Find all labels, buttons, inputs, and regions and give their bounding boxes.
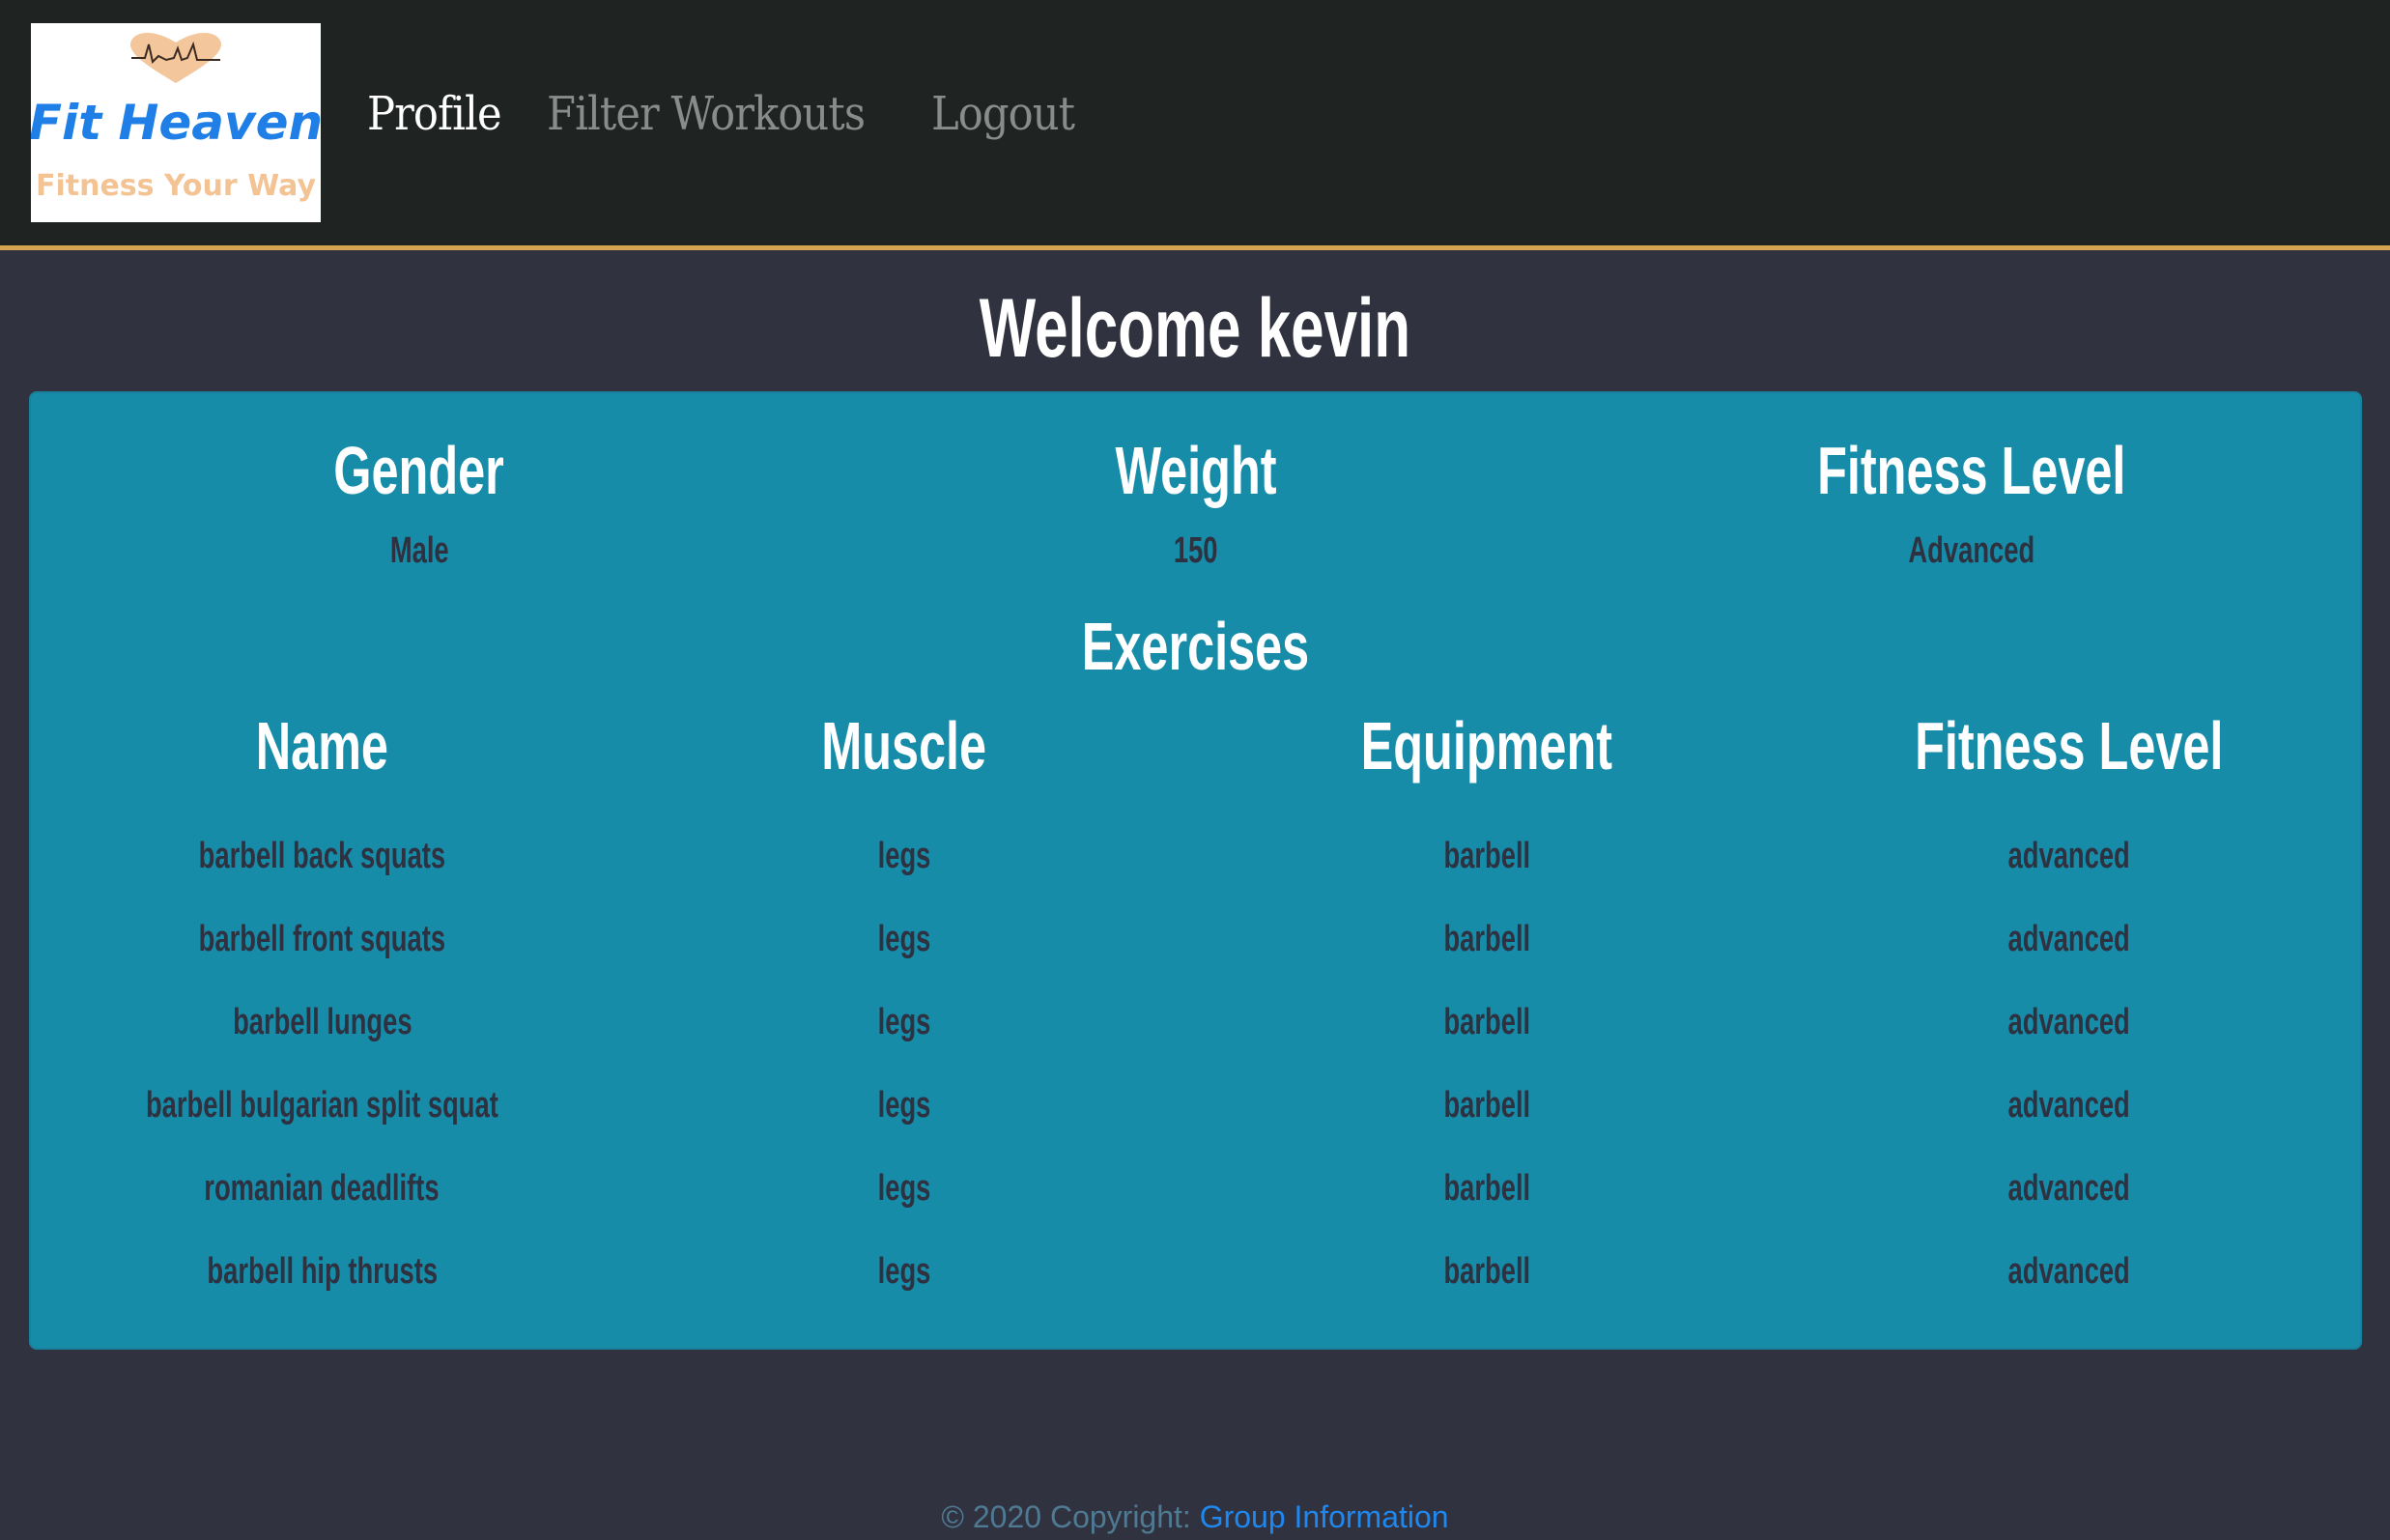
top-navbar: Fit Heaven Fitness Your Way Profile Filt… [0,0,2390,250]
cell-muscle: legs [613,1168,1196,1210]
column-header-text: Muscle [821,708,987,784]
cell-text: barbell hip thrusts [207,1250,438,1292]
exercises-table-header: Name Muscle Equipment Fitness Level [31,707,2360,784]
group-information-link[interactable]: Group Information [1200,1499,1449,1534]
stats-header-row: Gender Weight Fitness Level [31,432,2360,509]
cell-fitness-level: advanced [1778,1002,2360,1043]
stat-value-text: Male [389,530,449,571]
cell-text: barbell bulgarian split squat [145,1084,498,1126]
stat-value-fitness-level: Advanced [1583,527,2360,575]
cell-text: legs [877,1084,931,1126]
profile-card: Gender Weight Fitness Level Male 150 Adv… [29,391,2362,1350]
cell-name: barbell lunges [31,1002,613,1043]
logo-image: Fit Heaven Fitness Your Way [31,32,321,203]
cell-text: advanced [2007,1167,2130,1209]
stat-label-weight: Weight [808,432,1584,509]
cell-name: romanian deadlifts [31,1168,613,1210]
stat-label-fitness-level: Fitness Level [1583,432,2360,509]
cell-text: barbell [1443,918,1530,959]
logo-tagline: Fitness Your Way [36,169,316,203]
cell-text: legs [877,918,931,959]
stat-value-text: Advanced [1908,530,2035,571]
column-header-muscle: Muscle [613,707,1196,784]
welcome-text: Welcome kevin [979,282,1411,375]
stat-label-text: Fitness Level [1817,433,2126,508]
column-header-fitness-level: Fitness Level [1778,707,2360,784]
cell-text: legs [877,1250,931,1292]
cell-name: barbell back squats [31,836,613,877]
cell-text: legs [877,1001,931,1042]
table-row: barbell front squats legs barbell advanc… [31,898,2360,981]
cell-muscle: legs [613,919,1196,960]
cell-muscle: legs [613,836,1196,877]
table-row: barbell hip thrusts legs barbell advance… [31,1230,2360,1313]
cell-muscle: legs [613,1085,1196,1126]
cell-name: barbell front squats [31,919,613,960]
cell-text: barbell [1443,1250,1530,1292]
heart-heartbeat-icon [130,32,221,83]
cell-muscle: legs [613,1002,1196,1043]
exercises-heading: Exercises [31,608,2360,685]
stat-label-gender: Gender [31,432,808,509]
cell-text: advanced [2007,1250,2130,1292]
stat-value-weight: 150 [808,527,1584,575]
cell-fitness-level: advanced [1778,836,2360,877]
cell-name: barbell bulgarian split squat [31,1085,613,1126]
cell-text: barbell [1443,835,1530,876]
cell-text: advanced [2007,835,2130,876]
column-header-text: Fitness Level [1914,708,2224,784]
cell-equipment: barbell [1196,1251,1778,1293]
nav-profile[interactable]: Profile [367,87,502,141]
main-nav: Profile Filter Workouts Logout [367,87,1090,141]
cell-text: barbell lunges [232,1001,413,1042]
cell-equipment: barbell [1196,919,1778,960]
column-header-equipment: Equipment [1196,707,1778,784]
cell-fitness-level: advanced [1778,1085,2360,1126]
table-row: romanian deadlifts legs barbell advanced [31,1147,2360,1230]
stat-value-text: 150 [1173,530,1218,571]
cell-text: barbell [1443,1167,1530,1209]
cell-text: barbell front squats [198,918,446,959]
cell-text: legs [877,835,931,876]
cell-equipment: barbell [1196,1085,1778,1126]
cell-equipment: barbell [1196,1168,1778,1210]
cell-equipment: barbell [1196,836,1778,877]
stat-label-text: Gender [333,433,505,508]
logo-title: Fit Heaven [31,95,321,151]
column-header-text: Equipment [1360,708,1613,784]
cell-text: barbell [1443,1001,1530,1042]
cell-name: barbell hip thrusts [31,1251,613,1293]
exercises-table-body: barbell back squats legs barbell advance… [31,814,2360,1313]
cell-text: barbell back squats [198,835,446,876]
welcome-heading: Welcome kevin [0,280,2390,377]
cell-fitness-level: advanced [1778,1168,2360,1210]
cell-text: advanced [2007,1001,2130,1042]
stat-value-gender: Male [31,527,808,575]
cell-fitness-level: advanced [1778,1251,2360,1293]
cell-text: legs [877,1167,931,1209]
table-row: barbell lunges legs barbell advanced [31,981,2360,1064]
nav-filter-workouts[interactable]: Filter Workouts [547,87,866,141]
cell-fitness-level: advanced [1778,919,2360,960]
copyright-text: © 2020 Copyright: [941,1499,1200,1534]
fit-heaven-logo[interactable]: Fit Heaven Fitness Your Way [31,23,321,222]
stat-label-text: Weight [1114,433,1277,508]
stats-value-row: Male 150 Advanced [31,527,2360,575]
cell-muscle: legs [613,1251,1196,1293]
cell-text: barbell [1443,1084,1530,1126]
cell-text: advanced [2007,1084,2130,1126]
column-header-name: Name [31,707,613,784]
cell-text: romanian deadlifts [204,1167,440,1209]
nav-logout[interactable]: Logout [931,87,1075,141]
page-footer: © 2020 Copyright: Group Information [0,1496,2390,1538]
table-row: barbell back squats legs barbell advance… [31,814,2360,898]
table-row: barbell bulgarian split squat legs barbe… [31,1064,2360,1147]
cell-text: advanced [2007,918,2130,959]
exercises-heading-text: Exercises [1081,609,1310,684]
cell-equipment: barbell [1196,1002,1778,1043]
column-header-text: Name [255,708,389,784]
